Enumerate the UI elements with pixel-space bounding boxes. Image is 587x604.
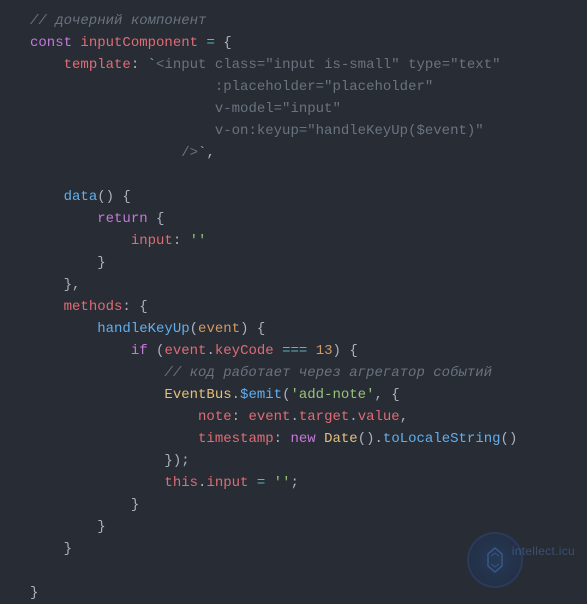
line: v-model="input" [30,101,341,117]
line: template: `<input class="input is-small"… [30,57,501,73]
line: // код работает через агрегатор событий [30,365,492,381]
line: data() { [30,189,131,205]
line: note: event.target.value, [30,409,408,425]
line: v-on:keyup="handleKeyUp($event)" [30,123,484,139]
line: timestamp: new Date().toLocaleString() [30,431,517,447]
line: }); [30,453,190,469]
watermark-text: intellect.icu [512,540,575,562]
line: input: '' [30,233,206,249]
line: />`, [30,145,215,161]
line: const inputComponent = { [30,35,232,51]
line: } [30,255,106,271]
comment-top: // дочерний компонент [30,13,206,29]
line: methods: { [30,299,148,315]
line: this.input = ''; [30,475,299,491]
line: if (event.keyCode === 13) { [30,343,358,359]
line: handleKeyUp(event) { [30,321,265,337]
line: } [30,497,139,513]
line: }, [30,277,80,293]
line: EventBus.$emit('add-note', { [30,387,400,403]
brain-logo-icon [480,545,510,575]
comment-inner: // код работает через агрегатор событий [164,365,492,381]
line: } [30,541,72,557]
line: :placeholder="placeholder" [30,79,433,95]
line: } [30,519,106,535]
code-block: // дочерний компонент const inputCompone… [0,0,587,604]
line: // дочерний компонент [30,13,206,29]
line: return { [30,211,164,227]
line: } [30,585,38,601]
